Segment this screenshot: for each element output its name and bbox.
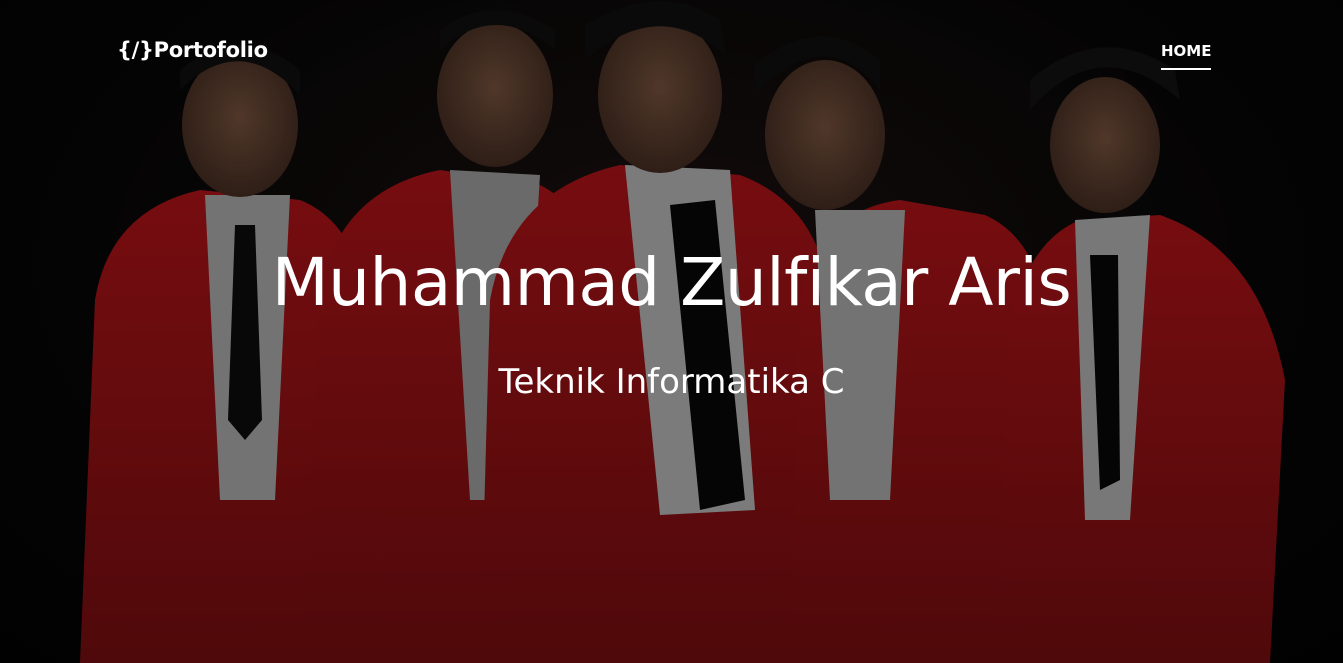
brand-logo[interactable]: {/}Portofolio [117,38,268,62]
hero-section: {/}Portofolio HOME Muhammad Zulfikar Ari… [0,0,1343,663]
hero-subtitle: Teknik Informatika C [498,362,845,402]
nav-item-home[interactable]: HOME [1161,42,1212,70]
hero-title: Muhammad Zulfikar Aris [271,244,1072,321]
navbar: {/}Portofolio HOME [0,0,1343,90]
hero-dark-overlay [0,0,1343,663]
